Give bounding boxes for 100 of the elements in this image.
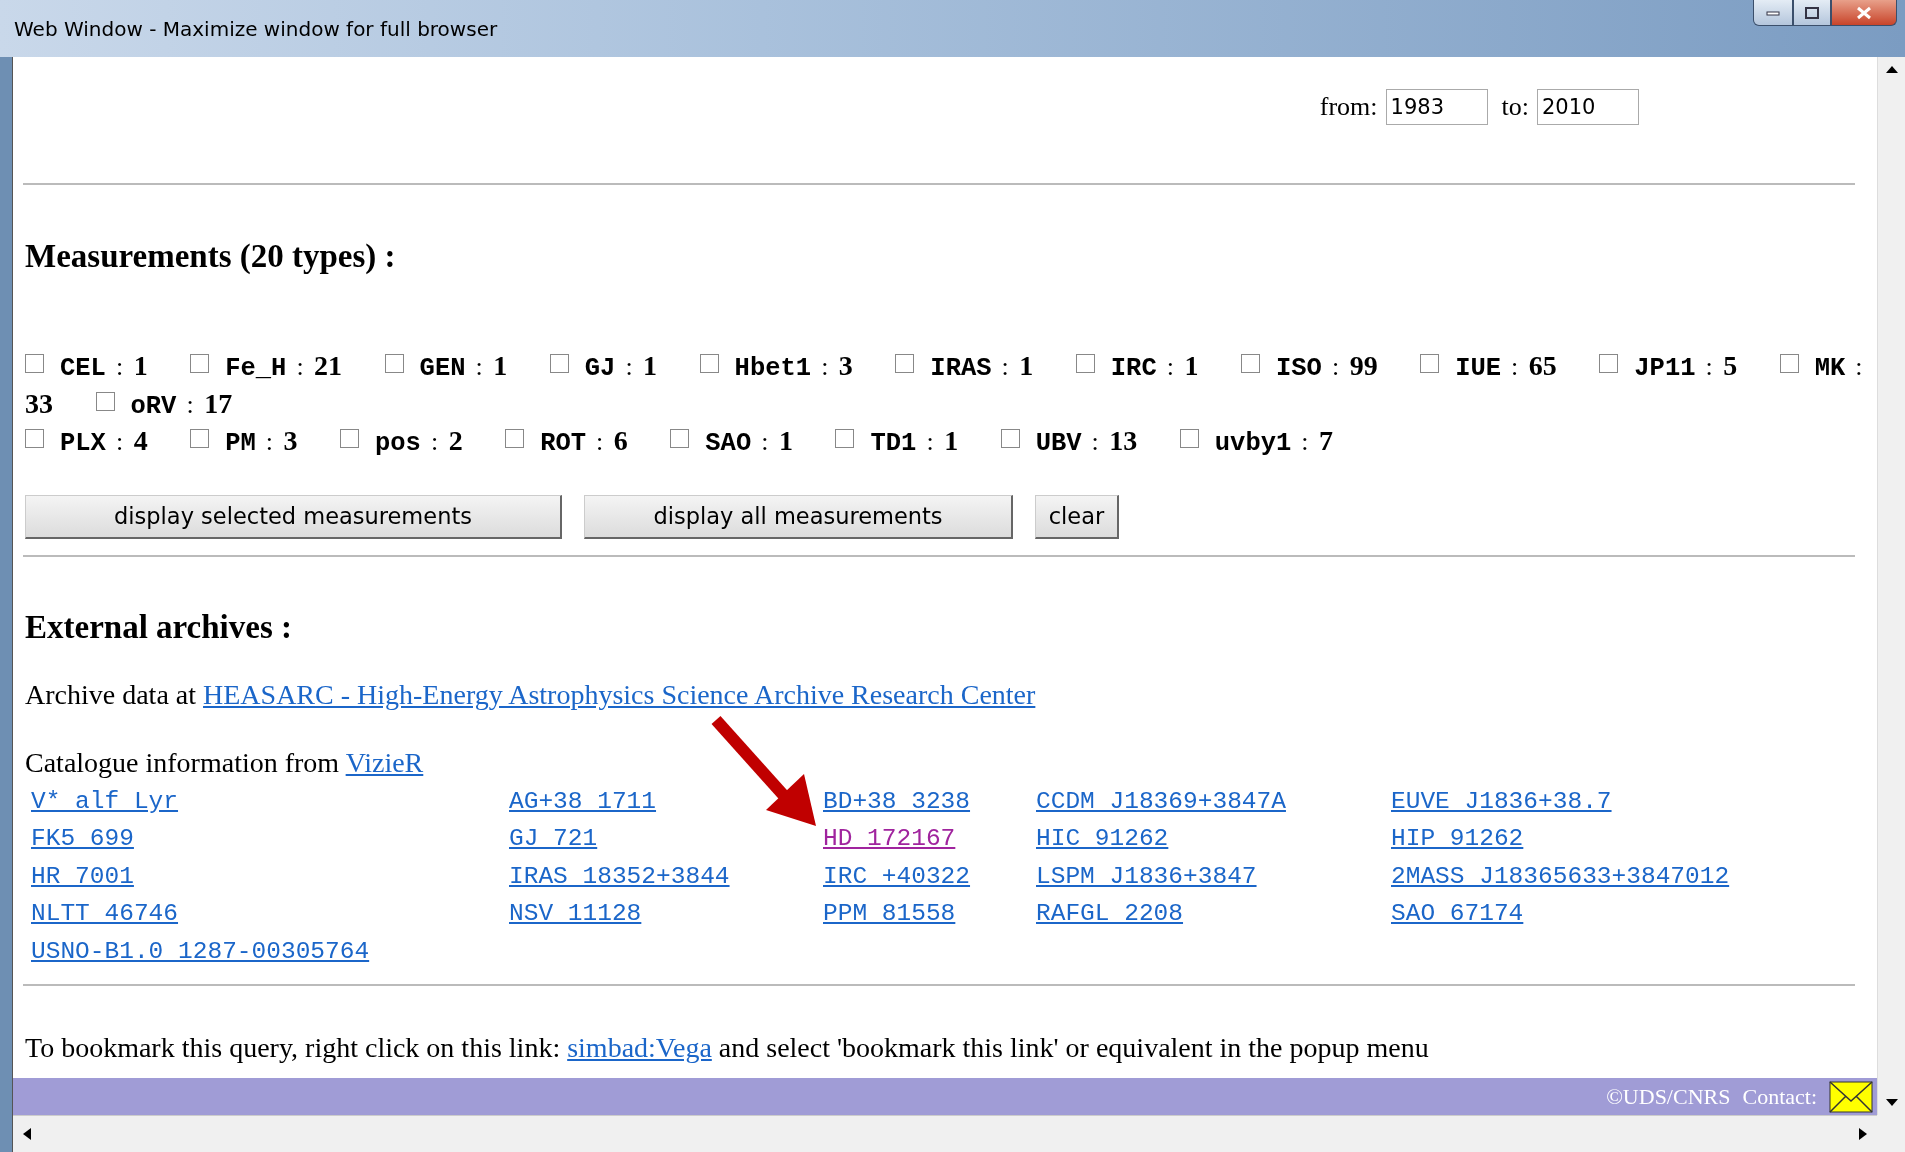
scroll-right-icon[interactable] <box>1857 1127 1869 1141</box>
separator: : <box>1001 352 1009 381</box>
identifier-link[interactable]: RAFGL 2208 <box>1036 895 1184 933</box>
measurement-count: 17 <box>204 387 233 419</box>
separator: : <box>265 427 273 456</box>
identifier-link[interactable]: IRAS 18352+3844 <box>509 857 730 896</box>
measurement-count: 1 <box>944 425 959 456</box>
archive-text: Archive data at <box>25 678 197 710</box>
maximize-icon <box>1805 6 1819 19</box>
measurement-count: 1 <box>643 350 658 381</box>
bookmark-text: To bookmark this query, right click on this link: <box>25 1032 561 1064</box>
identifier-link[interactable]: AG+38 1711 <box>509 782 657 821</box>
identifier-link[interactable]: EUVE J1836+38.7 <box>1391 782 1612 821</box>
identifier-link[interactable]: V* alf Lyr <box>31 782 179 821</box>
identifier-link[interactable]: NSV 11128 <box>509 895 642 933</box>
checkbox[interactable] <box>1179 429 1199 448</box>
measurement-label: oRV <box>130 391 177 421</box>
measurement-count: 6 <box>613 425 628 456</box>
close-button[interactable] <box>1831 0 1897 26</box>
identifier-link[interactable]: GJ 721 <box>509 820 598 858</box>
maximize-button[interactable] <box>1793 0 1831 26</box>
copyright-text: ©UDS/CNRS <box>1606 1083 1731 1110</box>
measurement-count: 33 <box>25 387 53 419</box>
checkbox[interactable] <box>340 429 359 448</box>
identifier-link[interactable]: LSPM J1836+3847 <box>1036 857 1257 896</box>
checkbox[interactable] <box>1420 354 1440 373</box>
measurement-count: 99 <box>1349 350 1378 381</box>
measurement-label: IUE <box>1455 354 1502 383</box>
action-button[interactable]: display all measurements <box>584 494 1013 539</box>
separator: : <box>115 427 124 456</box>
identifier-link[interactable]: BD+38 3238 <box>823 782 971 821</box>
identifier-link[interactable]: HIC 91262 <box>1036 820 1169 858</box>
minimize-button[interactable] <box>1753 0 1793 26</box>
checkbox[interactable] <box>670 429 690 448</box>
action-button[interactable]: clear <box>1035 494 1119 539</box>
measurement-label: uvby1 <box>1214 429 1292 458</box>
checkbox[interactable] <box>25 429 44 448</box>
bookmark-text: and select 'bookmark this link' or equivalent in the popup menu <box>718 1032 1429 1064</box>
identifier-link[interactable]: USNO-B1.0 1287-00305764 <box>31 932 370 971</box>
checkbox[interactable] <box>25 354 44 373</box>
identifier-link[interactable]: PPM 81558 <box>823 895 956 933</box>
catalogue-text: Catalogue information from <box>25 746 340 778</box>
separator: : <box>475 352 483 381</box>
minimize-icon <box>1766 9 1780 16</box>
checkbox[interactable] <box>699 354 719 373</box>
identifier-link[interactable]: FK5 699 <box>31 820 134 858</box>
separator: : <box>821 352 829 381</box>
measurement-label: MK <box>1814 354 1846 383</box>
checkbox[interactable] <box>835 429 855 448</box>
from-field[interactable]: 1983 <box>1385 89 1488 125</box>
identifier-link[interactable]: 2MASS J18365633+3847012 <box>1391 857 1730 896</box>
checkbox[interactable] <box>1240 354 1260 373</box>
section-heading: Measurements (20 types) : <box>25 238 397 274</box>
measurement-count: 4 <box>133 425 148 456</box>
identifier-link[interactable]: HR 7001 <box>31 857 134 896</box>
separator: : <box>1301 427 1309 456</box>
measurement-count: 3 <box>283 425 298 456</box>
archive-link[interactable]: HEASARC - High-Energy Astrophysics Science Archive Research Center <box>203 678 1036 710</box>
checkbox[interactable] <box>190 354 210 373</box>
separator: : <box>186 389 194 419</box>
measurement-count: 7 <box>1319 425 1334 456</box>
measurement-count: 2 <box>448 425 463 456</box>
to-field[interactable]: 2010 <box>1537 89 1639 125</box>
catalogue-link[interactable]: VizieR <box>345 746 424 778</box>
mail-icon[interactable] <box>1829 1080 1873 1113</box>
checkbox[interactable] <box>549 354 569 373</box>
checkbox[interactable] <box>190 429 210 448</box>
measurement-label: GJ <box>584 354 616 383</box>
bookmark-link[interactable]: simbad:Vega <box>567 1032 712 1064</box>
identifier-link[interactable]: CCDM J18369+3847A <box>1036 782 1286 821</box>
separator: : <box>1331 352 1340 381</box>
measurement-label: IRC <box>1110 354 1157 383</box>
identifier-link[interactable]: NLTT 46746 <box>31 895 179 933</box>
separator: : <box>625 352 633 381</box>
checkbox[interactable] <box>1075 354 1095 373</box>
checkbox[interactable] <box>1599 354 1619 373</box>
from-label: from: <box>1319 92 1378 122</box>
measurement-label: PM <box>225 429 256 458</box>
separator: : <box>1855 352 1863 381</box>
measurement-label: GEN <box>419 354 466 383</box>
checkbox[interactable] <box>95 391 115 411</box>
checkbox[interactable] <box>1779 354 1799 373</box>
scroll-left-icon[interactable] <box>21 1127 33 1141</box>
checkbox[interactable] <box>895 354 915 373</box>
identifier-link[interactable]: IRC +40322 <box>823 857 971 896</box>
measurement-label: PLX <box>60 429 106 458</box>
measurement-label: UBV <box>1035 429 1082 458</box>
checkbox[interactable] <box>384 354 404 373</box>
checkbox[interactable] <box>505 429 525 448</box>
measurement-count: 1 <box>133 350 148 381</box>
measurement-label: pos <box>375 429 421 458</box>
separator: : <box>761 427 769 456</box>
to-label: to: <box>1501 92 1529 122</box>
identifier-link[interactable]: HIP 91262 <box>1391 820 1524 858</box>
checkbox[interactable] <box>1000 429 1020 448</box>
identifier-link[interactable]: HD 172167 <box>823 820 956 858</box>
action-button[interactable]: display selected measurements <box>25 494 562 539</box>
measurement-label: TD1 <box>870 429 917 458</box>
identifier-link[interactable]: SAO 67174 <box>1391 895 1524 933</box>
measurement-count: 1 <box>493 350 508 381</box>
